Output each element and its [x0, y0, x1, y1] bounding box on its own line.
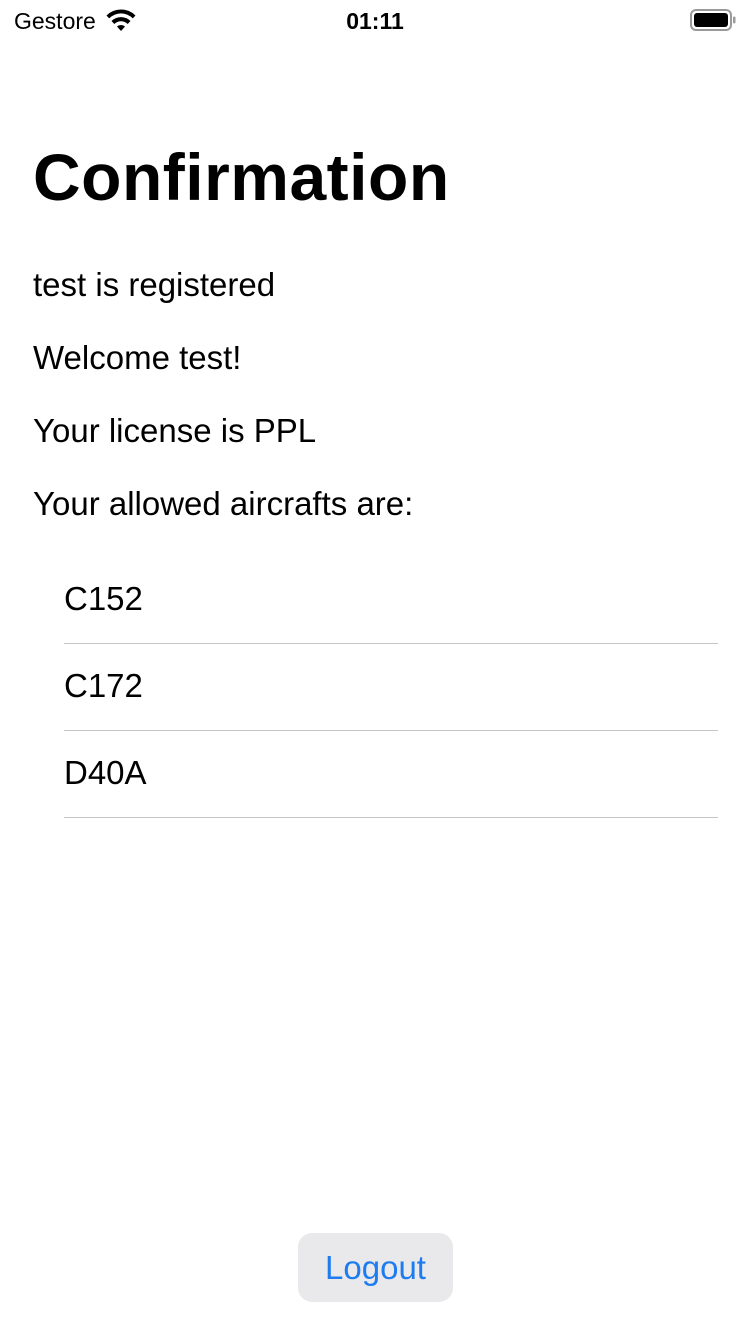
aircraft-list-item: D40A [64, 731, 718, 818]
battery-full-icon [690, 9, 736, 31]
status-bar: Gestore 01:11 [0, 0, 750, 40]
license-text: Your license is PPL [33, 412, 317, 449]
logout-button[interactable]: Logout [298, 1233, 453, 1302]
status-clock: 01:11 [346, 8, 404, 34]
page-title: Confirmation [33, 140, 450, 214]
welcome-text: Welcome test! [33, 339, 242, 376]
registration-status-text: test is registered [33, 266, 276, 303]
aircraft-list: C152 C172 D40A [64, 557, 718, 818]
aircrafts-heading: Your allowed aircrafts are: [33, 485, 414, 522]
aircraft-list-item: C172 [64, 644, 718, 731]
aircraft-list-item: C152 [64, 557, 718, 644]
